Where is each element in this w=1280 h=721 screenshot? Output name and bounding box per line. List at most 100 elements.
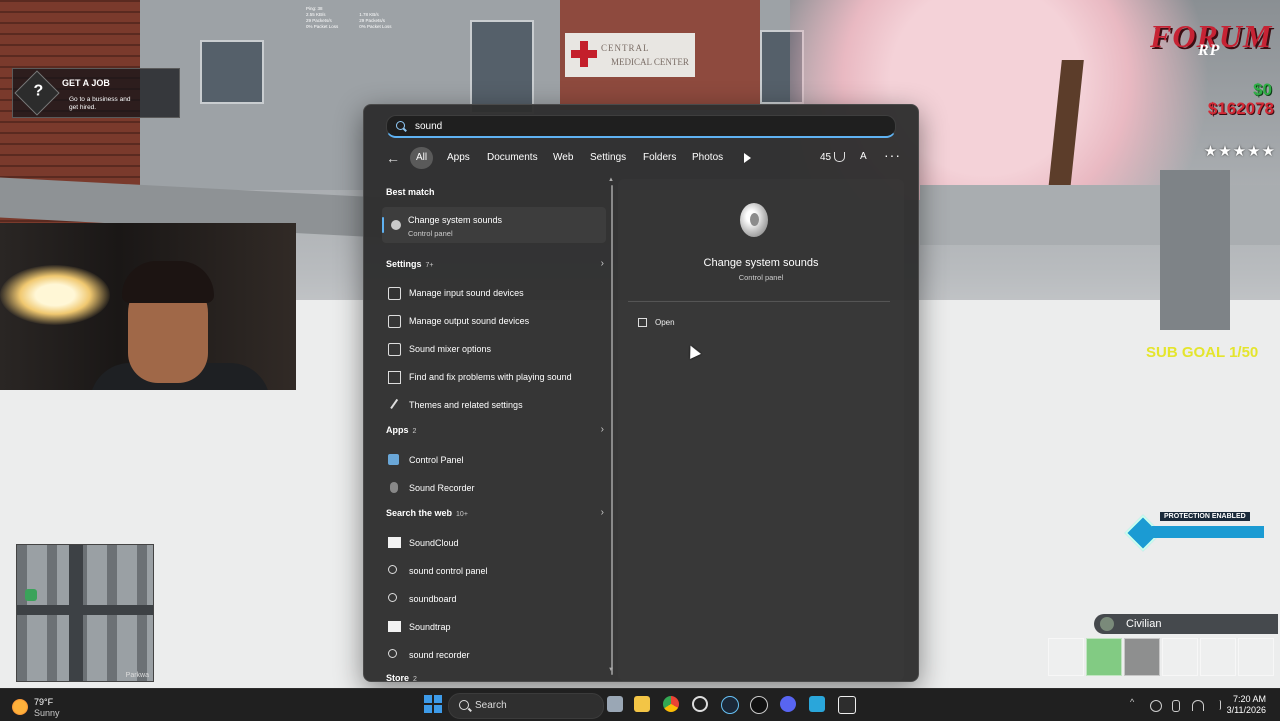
filter-web[interactable]: Web (547, 147, 579, 169)
protection-bar (1152, 526, 1264, 538)
search-icon (396, 121, 405, 130)
volume-icon[interactable] (1210, 700, 1221, 710)
person-hair (122, 261, 214, 303)
chevron-right-icon[interactable]: › (601, 258, 604, 269)
filter-apps[interactable]: Apps (441, 147, 476, 169)
chevron-right-icon[interactable]: › (601, 424, 604, 435)
results-list: Best match Change system sounds Control … (378, 179, 610, 681)
open-action-label: Open (655, 318, 675, 327)
filter-settings[interactable]: Settings (584, 147, 632, 169)
web-header[interactable]: Search the web 10+ (386, 508, 468, 518)
steam-icon[interactable] (721, 696, 739, 714)
play-more-filters-icon[interactable] (744, 153, 751, 163)
microphone-icon[interactable] (1172, 700, 1180, 712)
stone-pillar (1160, 170, 1230, 330)
window (470, 20, 534, 114)
taskbar-search-label: Search (475, 700, 507, 711)
more-options-icon[interactable]: ··· (884, 147, 901, 163)
result-troubleshoot-sound[interactable]: Find and fix problems with playing sound (378, 363, 604, 391)
job-description: Go to a business and get hired. (69, 96, 130, 112)
settings-header-label: Settings (386, 259, 422, 269)
result-manage-output-sound[interactable]: Manage output sound devices (378, 307, 604, 335)
apps-header[interactable]: Apps 2 (386, 425, 416, 435)
network-icon[interactable] (1150, 700, 1162, 712)
minimap-street-label: Parkwa (125, 672, 149, 679)
minimap: Parkwa (16, 544, 154, 682)
hotbar-slot-weapon (1124, 638, 1160, 676)
result-label: sound control panel (409, 566, 488, 576)
chevron-right-icon[interactable]: › (601, 507, 604, 518)
pen-icon (390, 398, 400, 411)
result-soundcloud[interactable]: SoundCloud (378, 529, 604, 557)
epic-games-icon[interactable] (838, 696, 856, 714)
filter-photos[interactable]: Photos (686, 147, 729, 169)
job-desc-line: get hired. (69, 104, 97, 111)
result-sound-control-panel[interactable]: sound control panel (378, 557, 604, 585)
search-icon (388, 593, 397, 602)
clock[interactable]: 7:20 AM 3/11/2026 (1227, 694, 1266, 716)
speaker-center (750, 213, 759, 226)
settings-header[interactable]: Settings 7+ (386, 259, 434, 269)
file-explorer-icon[interactable] (634, 696, 650, 712)
start-button[interactable] (424, 695, 442, 713)
chrome-icon[interactable] (663, 696, 679, 712)
result-manage-input-sound[interactable]: Manage input sound devices (378, 279, 604, 307)
result-label: SoundCloud (409, 538, 459, 548)
best-match-title: Change system sounds (408, 215, 503, 225)
rewards-points[interactable]: 45 (820, 152, 831, 163)
trophy-icon[interactable] (834, 152, 845, 162)
sign-line-1: CENTRAL (601, 43, 650, 53)
preview-pane: Change system sounds Control panel Open (618, 179, 904, 681)
result-soundboard[interactable]: soundboard (378, 585, 604, 613)
taskbar-search[interactable]: Search (448, 693, 604, 719)
result-sound-recorder-web[interactable]: sound recorder (378, 641, 604, 669)
best-match-subtitle: Control panel (408, 229, 453, 238)
apps-count: 2 (412, 428, 417, 435)
hotbar-slot-empty (1200, 638, 1236, 676)
scroll-down-arrow-icon[interactable]: ▼ (608, 667, 614, 673)
task-view-icon[interactable] (607, 696, 623, 712)
search-box[interactable] (386, 115, 896, 138)
job-role-badge: Civilian (1094, 614, 1278, 634)
filter-all[interactable]: All (410, 147, 434, 169)
account-avatar[interactable]: A (860, 151, 867, 162)
get-a-job-notice: ? GET A JOB Go to a business and get hir… (12, 68, 180, 118)
question-icon: ? (14, 70, 60, 116)
discord-icon[interactable] (780, 696, 796, 712)
hotbar-slot-empty (1238, 638, 1274, 676)
filter-folders[interactable]: Folders (637, 147, 682, 169)
apps-header-label: Apps (386, 425, 409, 435)
chevron-up-icon[interactable]: ^ (1130, 697, 1140, 707)
filter-bar: ← All Apps Documents Web Settings Folder… (364, 147, 918, 169)
app-icon[interactable] (809, 696, 825, 712)
best-match-header: Best match (386, 187, 435, 197)
wifi-icon[interactable] (1192, 700, 1204, 711)
medical-center-sign: CENTRAL MEDICAL CENTER (565, 33, 695, 77)
start-search-panel: ← All Apps Documents Web Settings Folder… (363, 104, 919, 682)
result-sound-mixer[interactable]: Sound mixer options (378, 335, 604, 363)
results-scrollbar[interactable] (611, 185, 613, 675)
filter-documents[interactable]: Documents (481, 147, 544, 169)
search-icon (388, 565, 397, 574)
search-icon (459, 700, 469, 710)
red-cross-icon (571, 41, 597, 67)
scroll-up-arrow-icon[interactable]: ▲ (608, 177, 614, 183)
result-sound-recorder[interactable]: Sound Recorder (378, 474, 604, 502)
result-control-panel[interactable]: Control Panel (378, 446, 604, 474)
sub-goal-overlay: SUB GOAL 1/50 (1146, 344, 1259, 361)
result-soundtrap[interactable]: Soundtrap (378, 613, 604, 641)
job-desc-line: Go to a business and (69, 96, 131, 103)
result-themes-settings[interactable]: Themes and related settings (378, 391, 604, 419)
back-arrow-icon[interactable]: ← (386, 150, 400, 166)
web-header-label: Search the web (386, 508, 453, 518)
bank-amount: $162078 (1207, 99, 1274, 118)
best-match-result[interactable]: Change system sounds Control panel (382, 207, 606, 243)
chatgpt-icon[interactable] (692, 696, 708, 712)
speaker-icon (391, 220, 401, 230)
search-input[interactable] (413, 117, 887, 135)
logo-sub: RP (1198, 42, 1221, 59)
store-header[interactable]: Store 2 (386, 673, 417, 681)
speaker-icon (388, 315, 401, 328)
game-app-icon[interactable] (750, 696, 768, 714)
search-icon (388, 649, 397, 658)
